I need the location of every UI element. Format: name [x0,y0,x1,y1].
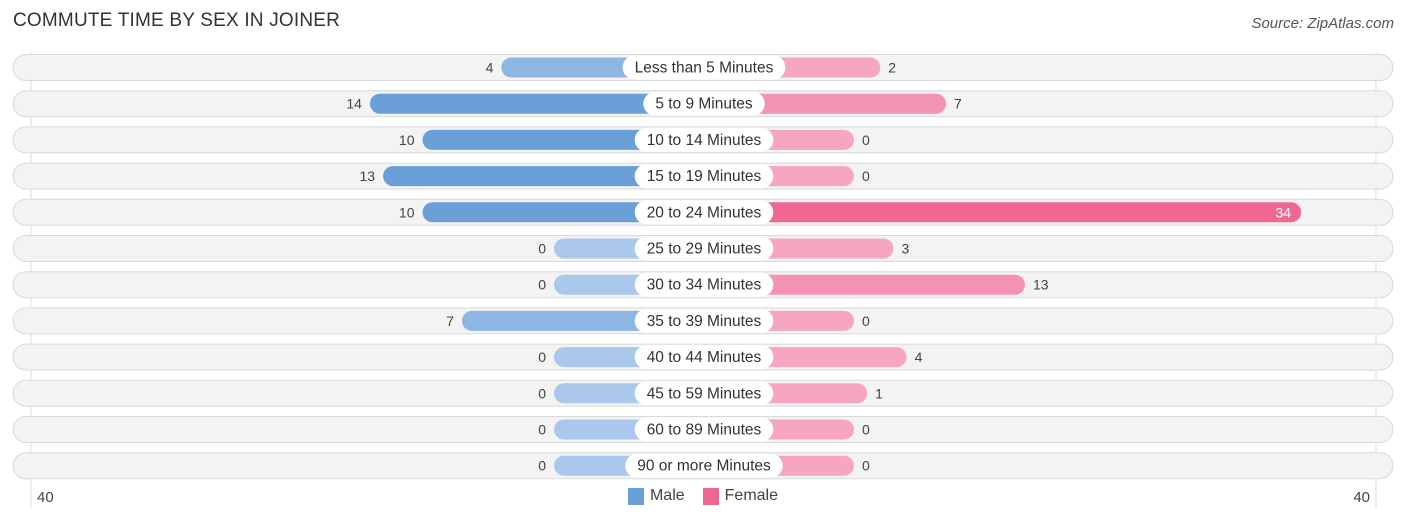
category-label: 40 to 44 Minutes [647,349,762,366]
category-label: 25 to 29 Minutes [647,241,762,258]
chart-row: 35 to 39 Minutes 7 0 [12,307,1394,335]
chart-row: 30 to 34 Minutes 0 13 [12,271,1394,299]
category-label: 45 to 59 Minutes [647,385,762,402]
value-label-female: 34 [1276,204,1292,220]
value-label-male: 0 [538,241,546,257]
value-label-male: 10 [399,204,415,220]
chart-row: 15 to 19 Minutes 13 0 [12,162,1394,190]
chart-row: 5 to 9 Minutes 14 7 [12,90,1394,118]
category-label: 10 to 14 Minutes [647,132,762,149]
value-label-female: 2 [888,60,896,76]
value-label-female: 3 [901,241,909,257]
value-label-female: 1 [875,385,883,401]
value-label-female: 13 [1033,277,1049,293]
legend-item-female[interactable]: Female [702,487,779,505]
value-label-female: 0 [862,132,870,148]
chart-row: 25 to 29 Minutes 0 3 [12,235,1394,262]
category-label: Less than 5 Minutes [635,60,774,77]
value-label-female: 4 [915,349,923,365]
chart-row: 40 to 44 Minutes 0 4 [12,343,1394,371]
value-label-male: 10 [399,132,415,148]
value-label-male: 4 [486,60,494,76]
value-label-female: 0 [862,168,870,184]
value-label-male: 7 [446,313,454,329]
bar-female [704,202,1302,223]
category-label: 90 or more Minutes [637,458,771,475]
legend-label-female: Female [724,487,779,504]
category-label: 35 to 39 Minutes [647,313,762,330]
value-label-male: 0 [538,422,546,438]
chart-row: 10 to 14 Minutes 10 0 [12,126,1394,154]
value-label-male: 14 [346,96,362,112]
category-label: 20 to 24 Minutes [647,204,762,221]
category-label: 5 to 9 Minutes [655,96,753,113]
value-label-male: 0 [538,277,546,293]
chart-plot: Less than 5 Minutes4 25 to 9 Minutes14 710… [12,52,1394,508]
value-label-female: 0 [862,458,870,474]
legend-item-male[interactable]: Male [627,487,685,505]
chart-row: 60 to 89 Minutes 0 0 [12,416,1394,443]
chart-row: Less than 5 Minutes 4 2 [12,54,1394,81]
chart-row: 90 or more Minutes 0 0 [12,452,1394,480]
chart-row: 45 to 59 Minutes 0 1 [12,379,1394,407]
value-label-male: 0 [538,385,546,401]
value-label-female: 7 [954,96,962,112]
chart-row: 20 to 24 Minutes 10 34 [12,198,1394,226]
legend-label-male: Male [649,487,685,504]
legend-swatch-male [627,487,644,505]
value-label-female: 0 [862,422,870,438]
value-label-male: 13 [359,168,375,184]
category-label: 60 to 89 Minutes [647,422,762,439]
category-label: 15 to 19 Minutes [647,168,762,185]
value-label-female: 0 [862,313,870,329]
value-label-male: 0 [538,349,546,365]
value-label-male: 0 [538,458,546,474]
legend: Male Female [0,487,1406,505]
category-label: 30 to 34 Minutes [647,277,762,294]
legend-swatch-female [702,487,719,505]
